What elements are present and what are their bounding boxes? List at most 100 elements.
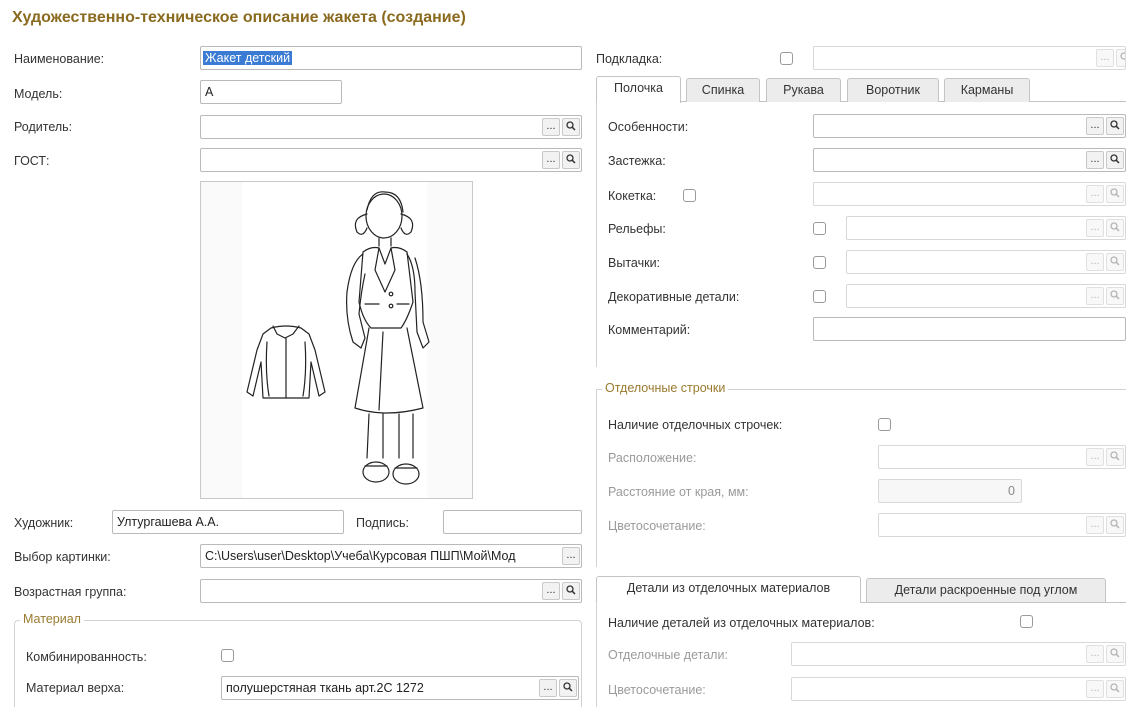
details-present-label: Наличие деталей из отделочных материалов… bbox=[608, 616, 875, 630]
ellipsis-icon[interactable]: ... bbox=[1086, 253, 1104, 271]
magnifier-icon[interactable] bbox=[562, 151, 580, 169]
checkbox-icon[interactable] bbox=[221, 649, 234, 662]
yoke-field[interactable]: ... bbox=[813, 182, 1126, 206]
checkbox-icon[interactable] bbox=[683, 189, 696, 202]
artist-field[interactable]: Ултургашева А.А. bbox=[112, 510, 344, 534]
ellipsis-icon[interactable]: ... bbox=[1086, 151, 1104, 169]
tab2-page-border bbox=[596, 602, 597, 707]
ellipsis-icon[interactable]: ... bbox=[1086, 219, 1104, 237]
checkbox-icon[interactable] bbox=[878, 418, 891, 431]
details-color-label: Цветосочетание: bbox=[608, 683, 706, 697]
top-material-value: полушерстяная ткань арт.2С 1272 bbox=[226, 681, 424, 695]
fastener-field[interactable]: ... bbox=[813, 148, 1126, 172]
picture-path-value: C:\Users\user\Desktop\Учеба\Курсовая ПШП… bbox=[205, 549, 516, 563]
comment-label: Комментарий: bbox=[608, 323, 691, 337]
magnifier-icon[interactable] bbox=[1106, 516, 1124, 534]
combined-label: Комбинированность: bbox=[26, 650, 147, 664]
ellipsis-icon[interactable]: ... bbox=[539, 679, 557, 697]
ellipsis-icon[interactable]: ... bbox=[1096, 49, 1114, 67]
gost-label: ГОСТ: bbox=[14, 154, 50, 168]
ellipsis-icon[interactable]: ... bbox=[542, 151, 560, 169]
color-label: Цветосочетание: bbox=[608, 519, 706, 533]
magnifier-icon[interactable] bbox=[559, 679, 577, 697]
ellipsis-icon[interactable]: ... bbox=[1086, 185, 1104, 203]
artist-value: Ултургашева А.А. bbox=[117, 515, 220, 529]
age-group-field[interactable]: ... bbox=[200, 579, 582, 603]
ellipsis-icon[interactable]: ... bbox=[542, 118, 560, 136]
ellipsis-icon[interactable]: ... bbox=[1086, 516, 1104, 534]
details-color-field[interactable]: ... bbox=[791, 677, 1126, 701]
ellipsis-icon[interactable]: ... bbox=[562, 547, 580, 565]
ellipsis-icon[interactable]: ... bbox=[1086, 117, 1104, 135]
ellipsis-icon[interactable]: ... bbox=[1086, 287, 1104, 305]
magnifier-icon[interactable] bbox=[562, 582, 580, 600]
gost-field[interactable]: ... bbox=[200, 148, 582, 172]
material-group-title: Материал bbox=[20, 612, 84, 626]
tab-pockets[interactable]: Карманы bbox=[944, 78, 1030, 102]
tab-back[interactable]: Спинка bbox=[686, 78, 760, 102]
magnifier-icon[interactable] bbox=[1106, 151, 1124, 169]
magnifier-icon[interactable] bbox=[1106, 287, 1124, 305]
location-field[interactable]: ... bbox=[878, 445, 1126, 469]
darts-field[interactable]: ... bbox=[846, 250, 1126, 274]
location-label: Расположение: bbox=[608, 451, 697, 465]
reliefs-field[interactable]: ... bbox=[846, 216, 1126, 240]
magnifier-icon[interactable] bbox=[1116, 49, 1125, 67]
comment-field[interactable] bbox=[813, 317, 1126, 341]
checkbox-icon[interactable] bbox=[813, 256, 826, 269]
magnifier-icon[interactable] bbox=[1106, 185, 1124, 203]
distance-field[interactable]: 0 bbox=[878, 479, 1022, 503]
details-field[interactable]: ... bbox=[791, 642, 1126, 666]
color-field[interactable]: ... bbox=[878, 513, 1126, 537]
darts-label: Вытачки: bbox=[608, 256, 661, 270]
magnifier-icon[interactable] bbox=[1106, 253, 1124, 271]
distance-value: 0 bbox=[1008, 484, 1015, 498]
checkbox-icon[interactable] bbox=[1020, 615, 1033, 628]
magnifier-icon[interactable] bbox=[1106, 117, 1124, 135]
distance-label: Расстояние от края, мм: bbox=[608, 485, 749, 499]
name-value: Жакет детский bbox=[203, 51, 293, 65]
details-label: Отделочные детали: bbox=[608, 648, 728, 662]
top-material-label: Материал верха: bbox=[26, 681, 125, 695]
parent-field[interactable]: ... bbox=[200, 115, 582, 139]
decor-field[interactable]: ... bbox=[846, 284, 1126, 308]
magnifier-icon[interactable] bbox=[1106, 448, 1124, 466]
ellipsis-icon[interactable]: ... bbox=[1086, 680, 1104, 698]
finishing-present-label: Наличие отделочных строчек: bbox=[608, 418, 783, 432]
signature-field[interactable] bbox=[443, 510, 582, 534]
tab-front[interactable]: Полочка bbox=[596, 76, 681, 103]
age-group-label: Возрастная группа: bbox=[14, 585, 127, 599]
magnifier-icon[interactable] bbox=[1106, 645, 1124, 663]
tab-sleeves[interactable]: Рукава bbox=[766, 78, 841, 102]
tab-finishing-details[interactable]: Детали из отделочных материалов bbox=[596, 576, 861, 603]
top-material-field[interactable]: полушерстяная ткань арт.2С 1272 ... bbox=[221, 676, 579, 700]
name-field[interactable]: Жакет детский bbox=[200, 46, 582, 70]
jacket-sketch-image bbox=[246, 191, 430, 485]
ellipsis-icon[interactable]: ... bbox=[1086, 645, 1104, 663]
signature-label: Подпись: bbox=[356, 516, 409, 530]
picture-label: Выбор картинки: bbox=[14, 550, 111, 564]
model-value: А bbox=[205, 85, 214, 99]
magnifier-icon[interactable] bbox=[1106, 680, 1124, 698]
magnifier-icon[interactable] bbox=[1106, 219, 1124, 237]
model-picture[interactable] bbox=[200, 181, 473, 499]
tab-collar[interactable]: Воротник bbox=[847, 78, 939, 102]
finishing-group-title: Отделочные строчки bbox=[602, 381, 729, 395]
ellipsis-icon[interactable]: ... bbox=[1086, 448, 1104, 466]
picture-path-field[interactable]: C:\Users\user\Desktop\Учеба\Курсовая ПШП… bbox=[200, 544, 582, 568]
features-field[interactable]: ... bbox=[813, 114, 1126, 138]
model-label: Модель: bbox=[14, 87, 63, 101]
lining-field[interactable]: ... bbox=[813, 46, 1126, 70]
checkbox-icon[interactable] bbox=[813, 222, 826, 235]
magnifier-icon[interactable] bbox=[562, 118, 580, 136]
ellipsis-icon[interactable]: ... bbox=[542, 582, 560, 600]
checkbox-icon[interactable] bbox=[813, 290, 826, 303]
parent-label: Родитель: bbox=[14, 120, 73, 134]
model-field[interactable]: А bbox=[200, 80, 342, 104]
fastener-label: Застежка: bbox=[608, 154, 666, 168]
checkbox-icon[interactable] bbox=[780, 52, 793, 65]
name-label: Наименование: bbox=[14, 52, 105, 66]
lining-label: Подкладка: bbox=[596, 52, 663, 66]
yoke-label: Кокетка: bbox=[608, 189, 657, 203]
tab-bias-details[interactable]: Детали раскроенные под углом bbox=[866, 578, 1106, 602]
